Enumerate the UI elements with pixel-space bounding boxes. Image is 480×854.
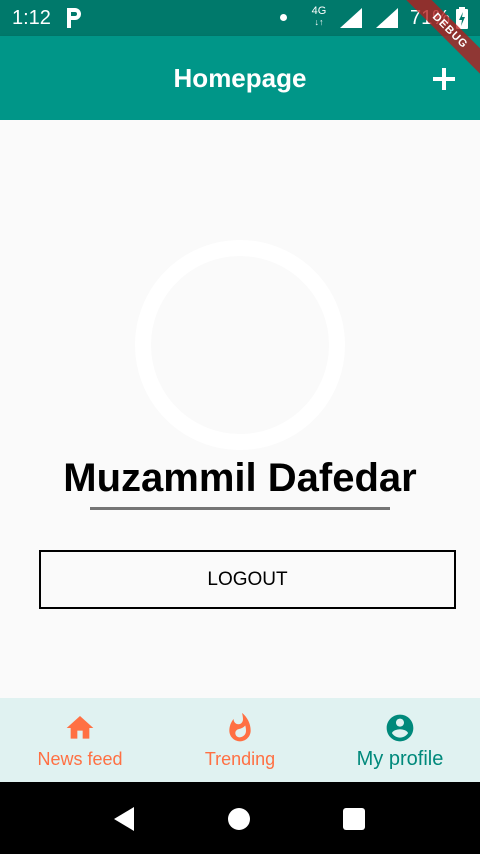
nav-item-trending[interactable]: Trending <box>160 698 320 782</box>
system-navigation-bar <box>0 782 480 854</box>
nav-label-trending: Trending <box>204 749 276 769</box>
signal-icon <box>376 8 398 28</box>
profile-name: Muzammil Dafedar <box>63 456 417 500</box>
recents-icon[interactable] <box>343 808 365 830</box>
status-bar: 1:12 4G ↓↑ 71% <box>0 0 480 36</box>
profile-content: Muzammil Dafedar LOGOUT <box>0 120 480 698</box>
fire-icon <box>229 712 251 742</box>
status-time: 1:12 <box>12 7 51 29</box>
name-underline <box>90 507 390 510</box>
nav-item-news-feed[interactable]: News feed <box>0 698 160 782</box>
nav-label-my-profile: My profile <box>356 748 444 770</box>
add-icon[interactable] <box>428 63 460 95</box>
home-icon <box>66 716 94 739</box>
home-circle-icon[interactable] <box>228 808 250 830</box>
p-icon <box>67 8 81 28</box>
app-bar: Homepage <box>0 36 480 120</box>
logout-button[interactable]: LOGOUT <box>39 550 456 609</box>
signal-icon <box>340 8 362 28</box>
bottom-navigation: News feed Trending My profile <box>0 698 480 782</box>
account-circle-icon <box>386 714 414 742</box>
nav-label-news-feed: News feed <box>37 749 123 769</box>
network-arrows-icon: ↓↑ <box>314 17 324 27</box>
notification-dot-icon <box>280 14 287 21</box>
back-icon[interactable] <box>112 806 136 832</box>
avatar-ring-icon <box>135 240 345 450</box>
page-title: Homepage <box>173 63 307 93</box>
network-type: 4G <box>311 5 327 17</box>
nav-item-my-profile[interactable]: My profile <box>320 698 480 782</box>
